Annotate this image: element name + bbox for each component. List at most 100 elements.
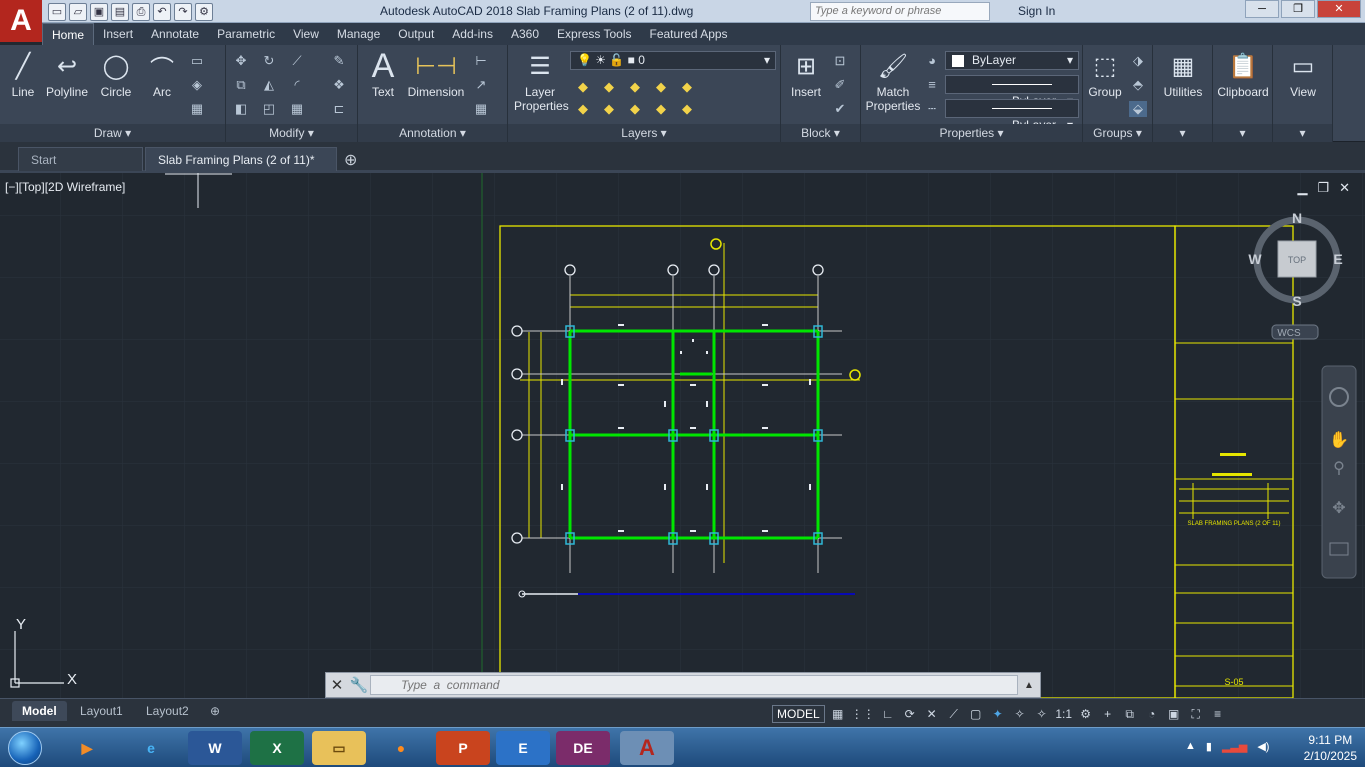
layer-match-icon[interactable]: ◆: [678, 79, 696, 95]
polar-icon[interactable]: ⟳: [901, 707, 919, 721]
compass-south[interactable]: S: [1292, 293, 1301, 309]
excel-icon[interactable]: X: [250, 731, 304, 765]
group-edit-icon[interactable]: ⬘: [1129, 77, 1147, 93]
modify-panel-title[interactable]: Modify ▾: [226, 124, 357, 142]
transparency-icon[interactable]: ▢: [967, 707, 985, 721]
wcs-menu[interactable]: WCS: [1277, 328, 1301, 339]
view-button[interactable]: ▭ View: [1275, 49, 1331, 100]
compass-north[interactable]: N: [1292, 210, 1302, 226]
rectangle-icon[interactable]: ▭: [188, 53, 206, 69]
block-panel-title[interactable]: Block ▾: [781, 124, 860, 142]
layer-off-icon[interactable]: ◆: [574, 79, 592, 95]
command-history-icon[interactable]: ▲: [1018, 680, 1040, 691]
linear-dim-icon[interactable]: ⊢: [472, 53, 490, 69]
internet-explorer-icon[interactable]: e: [124, 731, 178, 765]
attribute-icon[interactable]: ✔: [831, 101, 849, 117]
line-button[interactable]: ╱ Line: [4, 49, 42, 100]
model-space-toggle[interactable]: MODEL: [772, 705, 825, 723]
minimize-button[interactable]: ─: [1245, 0, 1279, 18]
viewport-controls-label[interactable]: [−][Top][2D Wireframe]: [5, 180, 125, 194]
compass-east[interactable]: E: [1333, 251, 1342, 267]
print-icon[interactable]: ⎙: [132, 2, 150, 21]
ungroup-icon[interactable]: ⬗: [1129, 53, 1147, 69]
osnap-icon[interactable]: ✕: [923, 707, 941, 721]
circle-button[interactable]: ◯ Circle: [96, 49, 136, 100]
show-hidden-icons[interactable]: ▲: [1185, 740, 1196, 753]
tab-view[interactable]: View: [284, 23, 328, 45]
save-icon[interactable]: ▣: [90, 2, 108, 21]
properties-panel-title[interactable]: Properties ▾: [861, 124, 1082, 142]
lineweight-dropdown[interactable]: ByLayer▾: [945, 75, 1079, 108]
search-input[interactable]: Type a keyword or phrase: [810, 2, 990, 21]
start-tab[interactable]: Start: [18, 147, 143, 171]
ortho-icon[interactable]: ∟: [879, 707, 897, 721]
polyline-button[interactable]: ↩ Polyline: [42, 49, 92, 100]
move-icon[interactable]: ✥: [232, 53, 250, 69]
new-file-icon[interactable]: ▭: [48, 2, 66, 21]
annotation-scale-value[interactable]: 1:1: [1055, 707, 1073, 721]
layer-unlock-icon[interactable]: ◆: [652, 101, 670, 117]
clock[interactable]: 9:11 PM 2/10/2025: [1304, 732, 1357, 764]
create-block-icon[interactable]: ⊡: [831, 53, 849, 69]
leader-icon[interactable]: ↗: [472, 77, 490, 93]
mirror-icon[interactable]: ◭: [260, 77, 278, 93]
utilities-button[interactable]: ▦ Utilities: [1155, 49, 1211, 100]
view-expand[interactable]: ▾: [1273, 124, 1332, 142]
clean-screen-icon[interactable]: ⛶: [1187, 707, 1205, 722]
open-file-icon[interactable]: ▱: [69, 2, 87, 21]
save-as-icon[interactable]: ▤: [111, 2, 129, 21]
scale-icon[interactable]: ◰: [260, 101, 278, 117]
annotation-scale-icon[interactable]: ✧: [1011, 707, 1029, 721]
edit-block-icon[interactable]: ✐: [831, 77, 849, 93]
drawing-canvas[interactable]: SLAB FRAMING PLANS (2 OF 11) S-05 Y X TO…: [0, 173, 1365, 698]
layer-lock-icon[interactable]: ◆: [652, 79, 670, 95]
trim-icon[interactable]: ⟋: [288, 53, 306, 69]
rotate-icon[interactable]: ↻: [260, 53, 278, 69]
layer-thaw-icon[interactable]: ◆: [626, 101, 644, 117]
offset-icon[interactable]: ⊏: [330, 101, 348, 117]
explode-icon[interactable]: ❖: [330, 77, 348, 93]
annotation-panel-title[interactable]: Annotation ▾: [358, 124, 507, 142]
maximize-button[interactable]: ❐: [1281, 0, 1315, 18]
workspace-icon[interactable]: ⚙: [195, 2, 213, 21]
command-input[interactable]: [370, 675, 1018, 695]
text-button[interactable]: A Text: [366, 47, 400, 100]
auto-scale-icon[interactable]: ✧: [1033, 707, 1051, 721]
layer-freeze-icon[interactable]: ◆: [626, 79, 644, 95]
table-icon[interactable]: ▦: [472, 101, 490, 117]
lineweight-toggle-icon[interactable]: ⟋: [945, 707, 963, 722]
region-icon[interactable]: ▦: [188, 101, 206, 117]
group-button[interactable]: ⬚ Group: [1085, 49, 1125, 100]
undo-icon[interactable]: ↶: [153, 2, 171, 21]
drawing-viewport[interactable]: SLAB FRAMING PLANS (2 OF 11) S-05 Y X TO…: [0, 173, 1365, 698]
annotation-visibility-icon[interactable]: ✦: [989, 707, 1007, 721]
stretch-icon[interactable]: ◧: [232, 101, 250, 117]
viewcube-top[interactable]: TOP: [1288, 255, 1306, 265]
clipboard-expand[interactable]: ▾: [1213, 124, 1272, 142]
tab-a360[interactable]: A360: [502, 23, 548, 45]
redo-icon[interactable]: ↷: [174, 2, 192, 21]
layout2-tab[interactable]: Layout2: [136, 701, 199, 721]
layer-dropdown[interactable]: 💡 ☀ 🔓 ■ 0 ▾: [570, 51, 776, 70]
dimension-button[interactable]: ⊢⊣ Dimension: [406, 49, 466, 100]
annotation-monitor-icon[interactable]: +: [1099, 707, 1117, 721]
layer-unisolate-icon[interactable]: ◆: [600, 101, 618, 117]
autocad-taskbar-icon[interactable]: A: [620, 731, 674, 765]
add-layout-button[interactable]: ⊕: [200, 701, 230, 721]
match-properties-button[interactable]: 🖌 Match Properties: [865, 49, 921, 114]
copy-icon[interactable]: ⧉: [232, 77, 250, 93]
linetype-dropdown[interactable]: ByLayer▾: [945, 99, 1079, 132]
viewport-close-icon[interactable]: ✕: [1339, 180, 1350, 196]
group-select-icon[interactable]: ⬙: [1129, 101, 1147, 117]
viewport-minimize-icon[interactable]: ▁: [1297, 180, 1307, 196]
layer-properties-button[interactable]: ☰ Layer Properties: [514, 49, 569, 114]
workspace-gear-icon[interactable]: ⚙: [1077, 707, 1095, 721]
utilities-expand[interactable]: ▾: [1153, 124, 1212, 142]
sign-in-link[interactable]: Sign In: [1018, 4, 1055, 18]
draw-panel-title[interactable]: Draw ▾: [0, 124, 225, 142]
network-icon[interactable]: ▂▃▅: [1222, 740, 1247, 753]
firefox-icon[interactable]: ●: [374, 731, 428, 765]
tab-annotate[interactable]: Annotate: [142, 23, 208, 45]
grid-icon[interactable]: ▦: [829, 707, 847, 721]
tab-express-tools[interactable]: Express Tools: [548, 23, 640, 45]
